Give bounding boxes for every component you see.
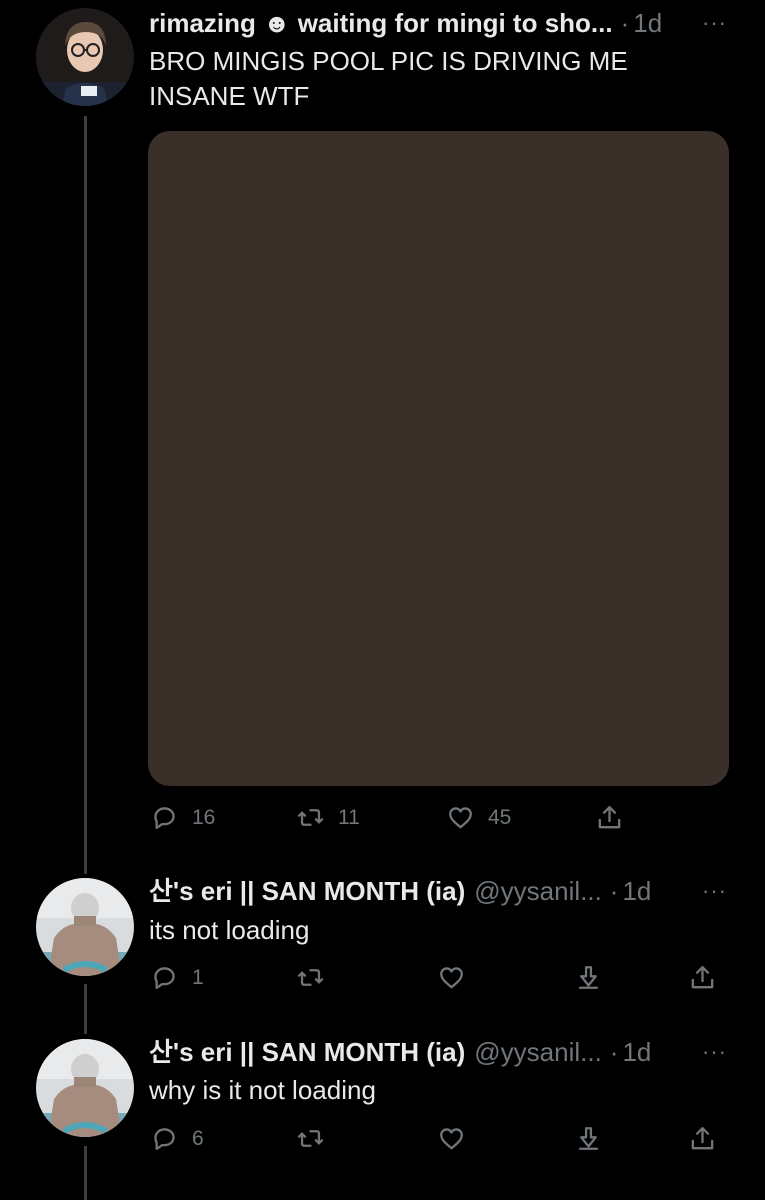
avatar[interactable] — [36, 1039, 134, 1137]
share-button[interactable] — [595, 803, 624, 832]
more-options-icon[interactable]: ··· — [702, 874, 727, 908]
avatar-image — [36, 8, 134, 106]
user-handle[interactable]: @yysanil... — [474, 874, 602, 908]
reply-count: 1 — [192, 966, 204, 989]
heart-icon — [440, 1128, 463, 1150]
like-count: 45 — [488, 806, 512, 829]
avatar[interactable] — [36, 878, 134, 976]
heart-icon — [440, 967, 463, 989]
tweet-text: BRO MINGIS POOL PIC IS DRIVING ME INSANE… — [149, 46, 628, 111]
share-button[interactable] — [688, 1124, 717, 1153]
retweet-icon — [297, 1130, 324, 1147]
tweet-header: 산's eri || SAN MONTH (ia) @yysanil... · … — [149, 1035, 651, 1069]
thread-line — [84, 1146, 87, 1200]
reply-icon — [154, 807, 175, 829]
like-button[interactable] — [437, 1124, 466, 1153]
retweet-count: 11 — [338, 806, 360, 829]
retweet-button[interactable]: 11 — [296, 803, 360, 832]
timestamp[interactable]: 1d — [622, 874, 651, 908]
thread-line — [84, 116, 87, 874]
reply-icon — [154, 1128, 175, 1150]
reply-count: 6 — [192, 1127, 204, 1150]
user-handle[interactable]: @yysanil... — [474, 1035, 602, 1069]
more-options-icon[interactable]: ··· — [702, 1035, 727, 1069]
share-icon — [691, 1127, 714, 1150]
tweet-header: rimazing ☻ waiting for mingi to sho... ·… — [149, 6, 662, 40]
retweet-icon — [297, 969, 324, 986]
download-icon — [578, 966, 599, 989]
display-name[interactable]: rimazing ☻ waiting for mingi to sho... — [149, 6, 613, 40]
retweet-icon — [297, 809, 324, 826]
heart-icon — [449, 807, 472, 829]
reply-button[interactable]: 1 — [150, 963, 204, 992]
display-name[interactable]: 산's eri || SAN MONTH (ia) — [149, 874, 465, 908]
tweet-text: why is it not loading — [149, 1075, 376, 1105]
share-button[interactable] — [688, 963, 717, 992]
reply-button[interactable]: 16 — [150, 803, 215, 832]
reply-count: 16 — [192, 806, 216, 829]
timestamp[interactable]: 1d — [633, 6, 662, 40]
share-icon — [598, 806, 621, 829]
share-icon — [691, 966, 714, 989]
reply-button[interactable]: 6 — [150, 1124, 204, 1153]
retweet-button[interactable] — [296, 963, 325, 992]
like-button[interactable]: 45 — [446, 803, 511, 832]
separator-dot: · — [620, 8, 630, 38]
download-button[interactable] — [574, 1124, 603, 1153]
separator-dot: · — [609, 876, 619, 906]
avatar-image — [36, 878, 134, 976]
thread-line — [84, 984, 87, 1034]
more-options-icon[interactable]: ··· — [702, 6, 727, 40]
display-name[interactable]: 산's eri || SAN MONTH (ia) — [149, 1035, 465, 1069]
like-button[interactable] — [437, 963, 466, 992]
avatar-image — [36, 1039, 134, 1137]
separator-dot: · — [609, 1037, 619, 1067]
timestamp[interactable]: 1d — [622, 1035, 651, 1069]
reply-icon — [154, 967, 175, 989]
tweet-text: its not loading — [149, 915, 310, 945]
tweet-media[interactable] — [148, 131, 729, 786]
download-button[interactable] — [574, 963, 603, 992]
retweet-button[interactable] — [296, 1124, 325, 1153]
tweet-header: 산's eri || SAN MONTH (ia) @yysanil... · … — [149, 874, 651, 908]
avatar[interactable] — [36, 8, 134, 106]
download-icon — [578, 1127, 599, 1150]
